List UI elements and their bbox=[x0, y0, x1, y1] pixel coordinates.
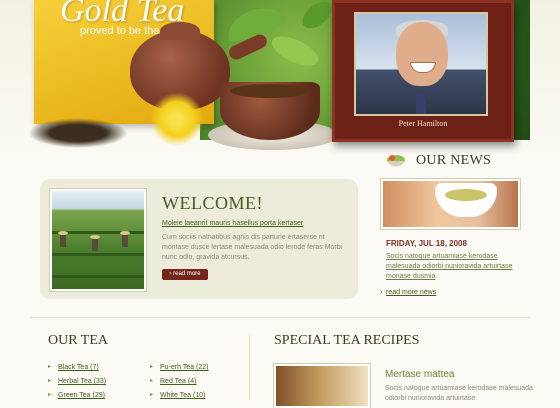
recipes-heading: SPECIAL TEA RECIPES bbox=[274, 333, 420, 348]
tea-picker bbox=[92, 239, 98, 251]
tea-in-cup bbox=[230, 84, 310, 98]
portrait-photo bbox=[354, 12, 488, 116]
read-more-news-link[interactable]: read more news bbox=[386, 289, 436, 296]
read-more-button[interactable]: › read more bbox=[162, 269, 208, 280]
portrait-face bbox=[396, 22, 448, 86]
recipe-image[interactable] bbox=[274, 364, 370, 408]
portrait-tie bbox=[416, 94, 426, 114]
tea-picker bbox=[60, 235, 66, 247]
news-date: FRIDAY, JUL 18, 2008 bbox=[386, 239, 467, 248]
tea-category-link[interactable]: Black Tea (7) bbox=[58, 364, 99, 371]
bullet-icon: ▸ bbox=[150, 378, 154, 384]
tea-bowl-icon bbox=[386, 155, 406, 167]
bullet-icon: ▸ bbox=[150, 364, 154, 370]
news-tea-image bbox=[381, 179, 520, 229]
bullet-icon: ▸ bbox=[48, 392, 52, 398]
tea-category-link[interactable]: Herbal Tea (33) bbox=[58, 378, 106, 385]
recipe-title[interactable]: Mertase mattea bbox=[385, 369, 454, 380]
news-heading: OUR NEWS bbox=[416, 153, 492, 168]
yellow-flower bbox=[150, 92, 204, 146]
welcome-text: Cum sociis natnatibus agnis dis parturie… bbox=[162, 234, 343, 261]
welcome-link[interactable]: Moleie laeanrit mauris hasellus porta ke… bbox=[162, 220, 303, 227]
tea-category-link[interactable]: Red Tea (4) bbox=[160, 378, 196, 385]
tea-category-link[interactable]: White Tea (10) bbox=[160, 392, 205, 399]
bullet-icon: ▸ bbox=[48, 364, 52, 370]
our-tea-heading: OUR TEA bbox=[48, 333, 109, 348]
teapot-lid bbox=[160, 22, 200, 40]
portrait-caption: Peter Hamilton bbox=[398, 119, 448, 128]
news-cup-tea bbox=[445, 189, 487, 201]
tea-category-link[interactable]: Pu-erh Tea (22) bbox=[160, 364, 209, 371]
news-summary-link[interactable]: Socis natoque artuamiase kerodase malesu… bbox=[386, 252, 526, 282]
tea-picker bbox=[122, 235, 128, 247]
bullet-icon: ▸ bbox=[48, 378, 52, 384]
tea-plantation-image bbox=[50, 189, 146, 291]
bullet-icon: ▸ bbox=[150, 392, 154, 398]
section-divider bbox=[30, 317, 530, 318]
chevron-right-icon: › bbox=[380, 289, 383, 296]
dry-tea-leaves bbox=[28, 118, 128, 148]
welcome-heading: WELCOME! bbox=[162, 193, 263, 213]
plantation-row bbox=[52, 275, 144, 278]
column-divider bbox=[249, 334, 250, 400]
recipe-text: Socis natoque artuamiase kerodase malesu… bbox=[385, 385, 533, 402]
plantation-row bbox=[52, 253, 144, 256]
tea-category-link[interactable]: Green Tea (29) bbox=[58, 392, 105, 399]
